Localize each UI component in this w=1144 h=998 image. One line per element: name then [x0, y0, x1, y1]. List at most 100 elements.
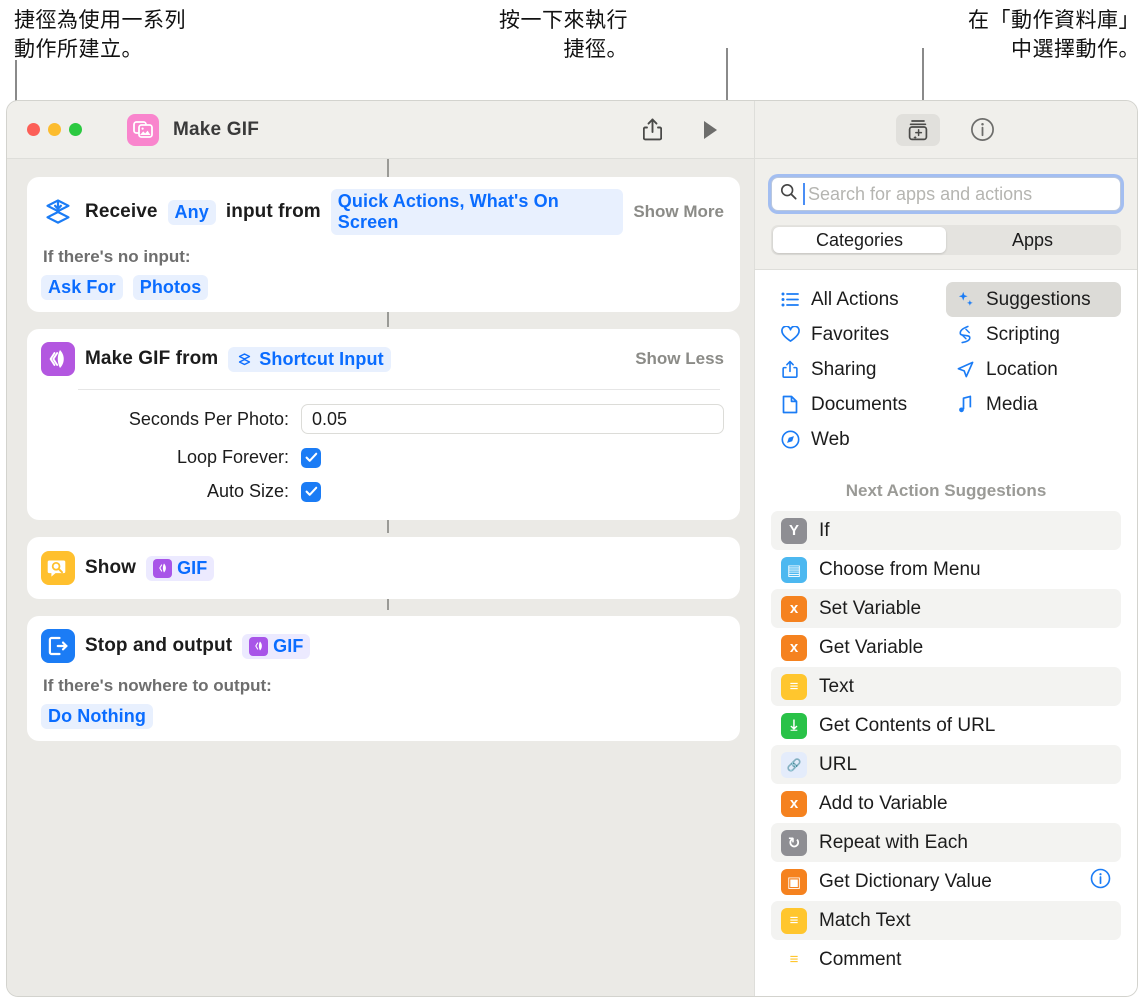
category-label: Favorites: [811, 323, 890, 345]
token-photos[interactable]: Photos: [132, 275, 209, 300]
menu-icon: ▤: [781, 556, 807, 583]
token-do-nothing[interactable]: Do Nothing: [41, 704, 153, 729]
action-card-stop-output[interactable]: Stop and output GIF If there's nowhere t…: [27, 616, 740, 741]
suggestion-row[interactable]: Y If: [771, 511, 1121, 550]
text-icon: ≡: [781, 673, 807, 700]
play-icon[interactable]: [696, 116, 724, 144]
categories-columns: All Actions Favorites Sharing Documents …: [771, 282, 1121, 457]
category-suggestions[interactable]: Suggestions: [946, 282, 1121, 317]
minimize-button[interactable]: [48, 123, 61, 136]
category-sharing[interactable]: Sharing: [771, 352, 946, 387]
action-title: Make GIF from: [85, 348, 219, 369]
list-icon: [779, 292, 801, 307]
info-icon[interactable]: [1090, 868, 1111, 895]
categories-column-right: Suggestions Scripting Location Media: [946, 282, 1121, 457]
suggestion-row[interactable]: ≡ Match Text: [771, 901, 1121, 940]
suggestion-label: Get Dictionary Value: [819, 870, 992, 892]
tab-categories[interactable]: Categories: [773, 227, 946, 253]
scripting-icon: [954, 325, 976, 344]
tab-apps[interactable]: Apps: [946, 227, 1119, 253]
suggestion-row[interactable]: ↻ Repeat with Each: [771, 823, 1121, 862]
action-library-icon[interactable]: [896, 113, 940, 146]
suggestion-row[interactable]: 🔗 URL: [771, 745, 1121, 784]
sparkles-icon: [954, 290, 976, 309]
seconds-per-photo-input[interactable]: [301, 404, 724, 434]
action-header: Receive Any input from Quick Actions, Wh…: [41, 189, 724, 235]
category-label: All Actions: [811, 288, 899, 310]
variable-icon: x: [781, 595, 807, 622]
action-title: Show: [85, 557, 137, 578]
heart-icon: [779, 326, 801, 343]
search-icon: [780, 183, 797, 205]
action-card-show[interactable]: Show GIF: [27, 537, 740, 599]
search-field[interactable]: [771, 177, 1121, 211]
suggestion-label: Comment: [819, 948, 902, 970]
action-card-receive[interactable]: Receive Any input from Quick Actions, Wh…: [27, 177, 740, 312]
close-button[interactable]: [27, 123, 40, 136]
suggestion-row[interactable]: ≡ Comment: [771, 940, 1121, 979]
location-icon: [954, 360, 976, 379]
dictionary-icon: ▣: [781, 868, 807, 895]
show-more-toggle[interactable]: Show More: [633, 202, 724, 222]
category-scripting[interactable]: Scripting: [946, 317, 1121, 352]
callout-shortcuts-description: 捷徑為使用一系列 動作所建立。: [14, 9, 186, 61]
category-web[interactable]: Web: [771, 422, 946, 457]
token-ask-for[interactable]: Ask For: [41, 275, 123, 300]
stop-output-icon: [41, 629, 75, 663]
show-less-toggle[interactable]: Show Less: [635, 349, 724, 369]
token-gif-variable[interactable]: GIF: [242, 633, 311, 659]
suggestion-label: Choose from Menu: [819, 558, 981, 580]
window-title: Make GIF: [173, 118, 260, 140]
auto-size-checkbox[interactable]: [301, 481, 321, 502]
action-title: Receive: [85, 201, 158, 222]
text-icon: ≡: [781, 907, 807, 934]
category-location[interactable]: Location: [946, 352, 1121, 387]
token-gif-variable[interactable]: GIF: [146, 555, 215, 581]
category-favorites[interactable]: Favorites: [771, 317, 946, 352]
token-input-type[interactable]: Any: [167, 199, 216, 225]
loop-forever-checkbox[interactable]: [301, 447, 321, 468]
if-icon: Y: [781, 517, 807, 544]
category-label: Scripting: [986, 323, 1060, 345]
action-parameters: Seconds Per Photo: Loop Forever: Auto Si…: [41, 404, 724, 502]
suggestion-row[interactable]: x Add to Variable: [771, 784, 1121, 823]
suggestion-row[interactable]: x Get Variable: [771, 628, 1121, 667]
token-label: GIF: [177, 557, 208, 578]
category-label: Web: [811, 428, 850, 450]
nowhere-to-output-label: If there's nowhere to output:: [43, 676, 272, 695]
document-icon: [779, 395, 801, 414]
sidebar-top: Categories Apps: [755, 159, 1137, 269]
nowhere-to-output-tokens: Do Nothing: [41, 704, 724, 729]
suggestion-row[interactable]: x Set Variable: [771, 589, 1121, 628]
category-all-actions[interactable]: All Actions: [771, 282, 946, 317]
category-media[interactable]: Media: [946, 387, 1121, 422]
zoom-button[interactable]: [69, 123, 82, 136]
suggestion-row[interactable]: ▤ Choose from Menu: [771, 550, 1121, 589]
token-shortcut-input[interactable]: Shortcut Input: [228, 346, 391, 372]
action-card-make-gif[interactable]: Make GIF from Shortcut Input Show Less S…: [27, 329, 740, 520]
window-titlebar: Make GIF: [7, 101, 1137, 159]
category-label: Media: [986, 393, 1038, 415]
token-input-source[interactable]: Quick Actions, What's On Screen: [330, 189, 624, 235]
category-documents[interactable]: Documents: [771, 387, 946, 422]
search-input[interactable]: [803, 183, 1112, 205]
category-label: Sharing: [811, 358, 877, 380]
repeat-icon: ↻: [781, 829, 807, 856]
share-icon[interactable]: [638, 116, 666, 144]
categories-column-left: All Actions Favorites Sharing Documents …: [771, 282, 946, 457]
shortcut-editor: Receive Any input from Quick Actions, Wh…: [7, 159, 755, 996]
suggestion-row[interactable]: ▣ Get Dictionary Value: [771, 862, 1121, 901]
action-connector: [387, 159, 389, 177]
library-tabs: Categories Apps: [771, 225, 1121, 255]
suggestion-row[interactable]: ≡ Text: [771, 667, 1121, 706]
variable-icon: x: [781, 634, 807, 661]
card-divider: [78, 389, 720, 390]
parameter-row: Auto Size:: [41, 481, 724, 502]
info-icon[interactable]: [968, 116, 996, 144]
suggestion-row[interactable]: ⤓ Get Contents of URL: [771, 706, 1121, 745]
music-note-icon: [954, 395, 976, 414]
photos-icon: [127, 113, 159, 146]
token-label: GIF: [273, 635, 304, 656]
action-header: Stop and output GIF: [41, 628, 724, 664]
token-label: Shortcut Input: [259, 348, 384, 369]
